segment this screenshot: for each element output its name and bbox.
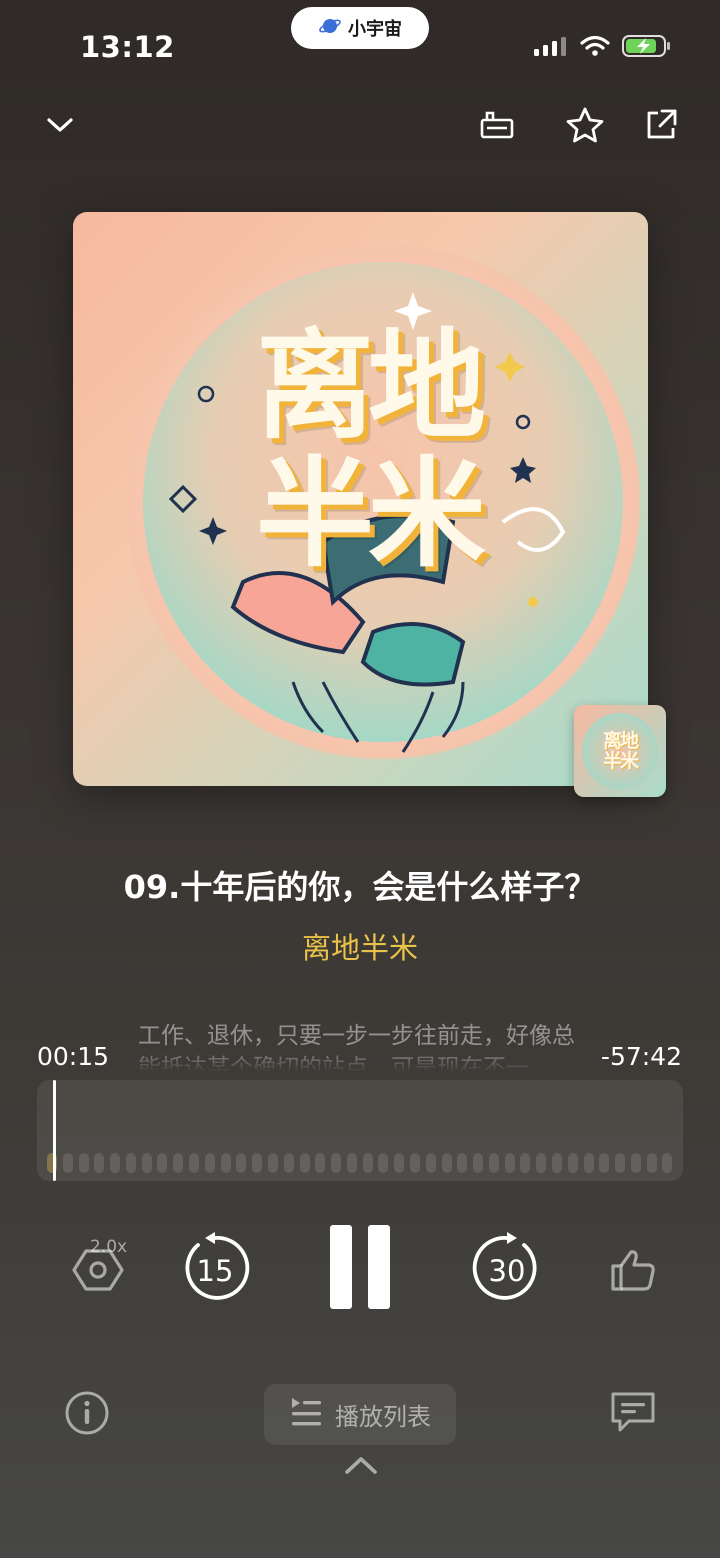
favorite-button[interactable] — [562, 104, 608, 150]
waveform-bar — [299, 1153, 310, 1173]
playlist-label: 播放列表 — [335, 1403, 431, 1431]
cast-button[interactable] — [474, 104, 520, 150]
playback-speed-button[interactable]: 2.0x — [58, 1237, 138, 1307]
playlist-button[interactable]: 播放列表 — [264, 1384, 456, 1445]
playlist-icon — [289, 1395, 323, 1435]
waveform-bar — [125, 1153, 136, 1173]
waveform-bar — [173, 1153, 184, 1173]
share-icon — [643, 107, 679, 147]
comment-icon — [609, 1390, 657, 1440]
waveform-bar — [78, 1153, 89, 1173]
waveform-bar — [630, 1153, 641, 1173]
forward-30-button[interactable]: 30 — [470, 1232, 544, 1306]
wifi-icon — [580, 35, 610, 61]
transcript-preview[interactable]: 工作、退休，只要一步一步往前走，好像总能抵达某个确切的站点，可是现在不一 — [138, 1020, 588, 1072]
like-button[interactable] — [606, 1247, 660, 1297]
app-pill[interactable]: 小宇宙 — [291, 7, 429, 49]
cellular-signal-icon — [534, 36, 568, 60]
waveform-bar — [267, 1153, 278, 1173]
waveform-bar — [409, 1153, 420, 1173]
battery-charging-icon — [622, 34, 672, 62]
mini-cover-title: 离地 半米 — [598, 731, 642, 771]
waveform-bar — [504, 1153, 515, 1173]
waveform-bar — [567, 1153, 578, 1173]
mini-cover-title-line1: 离地 — [602, 730, 639, 752]
waveform-bar — [488, 1153, 499, 1173]
waveform-bar — [94, 1153, 105, 1173]
waveform-bar — [473, 1153, 484, 1173]
waveform-bar — [331, 1153, 342, 1173]
status-time: 13:12 — [80, 30, 175, 64]
mini-cover-circle: 离地 半米 — [582, 713, 658, 789]
waveform-bar — [110, 1153, 121, 1173]
waveform-bar — [141, 1153, 152, 1173]
cover-title-line2: 半米 — [255, 445, 486, 583]
waveform-bar — [346, 1153, 357, 1173]
podcast-name-link[interactable]: 离地半米 — [0, 925, 720, 967]
waveform-bar — [552, 1153, 562, 1173]
cover-title: 离地 半米 — [243, 322, 493, 578]
waveform-bar — [362, 1153, 373, 1173]
waveform-bar — [646, 1153, 657, 1173]
waveform-bar — [62, 1153, 73, 1173]
waveform-bar — [425, 1153, 436, 1173]
episode-title: 09.十年后的你，会是什么样子？ — [123, 868, 597, 906]
waveform-bar — [189, 1153, 200, 1173]
thumbs-up-icon — [609, 1248, 657, 1296]
podcast-cover-art: 离地 半米 — [73, 212, 648, 786]
remaining-time: -57:42 — [600, 1042, 682, 1071]
star-icon — [565, 106, 605, 148]
waveform-scrubber[interactable] — [37, 1080, 683, 1181]
waveform-bar — [378, 1153, 389, 1173]
planet-icon — [318, 14, 342, 43]
pause-icon — [324, 1223, 396, 1315]
waveform-bar — [315, 1153, 326, 1173]
waveform-bar — [615, 1153, 626, 1173]
cast-icon — [478, 107, 516, 147]
speed-label: 2.0x — [90, 1237, 128, 1257]
mini-cover-thumbnail[interactable]: 离地 半米 — [574, 705, 666, 797]
waveform-bar — [157, 1153, 168, 1173]
comments-button[interactable] — [609, 1392, 657, 1438]
elapsed-time: 00:15 — [37, 1042, 110, 1071]
waveform-bars — [47, 1153, 673, 1173]
waveform-bar — [252, 1153, 263, 1173]
waveform-bar — [520, 1153, 531, 1173]
app-pill-label: 小宇宙 — [348, 19, 402, 40]
waveform-bar — [204, 1153, 215, 1173]
waveform-bar — [662, 1153, 673, 1173]
waveform-bar — [236, 1153, 247, 1173]
episode-info-button[interactable] — [64, 1390, 110, 1440]
waveform-bar — [394, 1153, 405, 1173]
waveform-bar — [583, 1153, 594, 1173]
waveform-bar — [536, 1153, 547, 1173]
waveform-bar — [457, 1153, 468, 1173]
chevron-up-icon — [344, 1454, 378, 1480]
chevron-down-icon — [46, 116, 74, 138]
cover-title-line1: 离地 — [255, 317, 486, 455]
waveform-bar — [283, 1153, 294, 1173]
expand-button[interactable] — [343, 1454, 379, 1480]
waveform-bar — [220, 1153, 231, 1173]
rewind-15-button[interactable]: 15 — [178, 1232, 252, 1306]
share-button[interactable] — [638, 104, 684, 150]
pause-button[interactable] — [320, 1225, 400, 1313]
collapse-button[interactable] — [37, 104, 83, 150]
waveform-bar — [441, 1153, 452, 1173]
status-icons — [534, 34, 672, 62]
waveform-bar — [599, 1153, 610, 1173]
mini-cover-title-line2: 半米 — [602, 750, 639, 772]
info-icon — [64, 1390, 110, 1440]
forward-seconds: 30 — [488, 1254, 526, 1288]
rewind-seconds: 15 — [196, 1254, 234, 1288]
